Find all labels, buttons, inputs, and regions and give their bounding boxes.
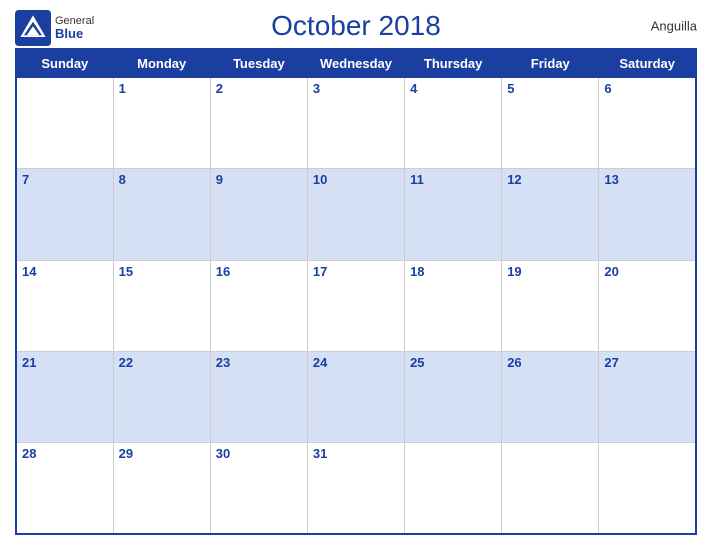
date-number: 23 <box>216 355 302 370</box>
week-row: 21 22 23 24 25 26 27 <box>16 351 696 442</box>
week-row: 123456 <box>16 78 696 169</box>
logo-blue: Blue <box>55 27 94 41</box>
calendar-cell: 22 <box>113 351 210 442</box>
date-number: 1 <box>119 81 205 96</box>
day-monday: Monday <box>113 49 210 78</box>
date-number: 21 <box>22 355 108 370</box>
calendar-cell <box>599 443 696 534</box>
date-number: 8 <box>119 172 205 187</box>
calendar-cell: 31 <box>307 443 404 534</box>
calendar-cell: 13 <box>599 169 696 260</box>
calendar-cell: 2 <box>210 78 307 169</box>
calendar-cell: 14 <box>16 260 113 351</box>
date-number: 3 <box>313 81 399 96</box>
date-number: 27 <box>604 355 690 370</box>
date-number: 6 <box>604 81 690 96</box>
week-row: 14 15 16 17 18 19 20 <box>16 260 696 351</box>
calendar-cell: 28 <box>16 443 113 534</box>
date-number: 2 <box>216 81 302 96</box>
calendar-cell: 21 <box>16 351 113 442</box>
date-number: 15 <box>119 264 205 279</box>
calendar-cell: 9 <box>210 169 307 260</box>
calendar-cell: 25 <box>405 351 502 442</box>
date-number: 13 <box>604 172 690 187</box>
calendar-cell: 30 <box>210 443 307 534</box>
calendar-cell: 5 <box>502 78 599 169</box>
calendar-cell <box>502 443 599 534</box>
date-number: 17 <box>313 264 399 279</box>
calendar-cell: 12 <box>502 169 599 260</box>
calendar-cell: 4 <box>405 78 502 169</box>
date-number: 10 <box>313 172 399 187</box>
date-number: 9 <box>216 172 302 187</box>
date-number: 5 <box>507 81 593 96</box>
calendar-header: General Blue October 2018 Anguilla <box>15 10 697 42</box>
calendar-cell: 15 <box>113 260 210 351</box>
date-number: 12 <box>507 172 593 187</box>
calendar-cell: 20 <box>599 260 696 351</box>
calendar-cell: 3 <box>307 78 404 169</box>
calendar-cell: 6 <box>599 78 696 169</box>
date-number: 30 <box>216 446 302 461</box>
day-sunday: Sunday <box>16 49 113 78</box>
day-tuesday: Tuesday <box>210 49 307 78</box>
calendar-cell: 17 <box>307 260 404 351</box>
logo-text: General Blue <box>55 15 94 41</box>
calendar-cell: 10 <box>307 169 404 260</box>
logo: General Blue <box>15 10 94 46</box>
day-wednesday: Wednesday <box>307 49 404 78</box>
calendar-cell: 24 <box>307 351 404 442</box>
day-thursday: Thursday <box>405 49 502 78</box>
date-number: 11 <box>410 172 496 187</box>
date-number: 14 <box>22 264 108 279</box>
calendar-wrapper: General Blue October 2018 Anguilla Sunda… <box>0 0 712 550</box>
calendar-cell <box>16 78 113 169</box>
calendar-cell <box>405 443 502 534</box>
calendar-table: Sunday Monday Tuesday Wednesday Thursday… <box>15 48 697 535</box>
date-number: 16 <box>216 264 302 279</box>
date-number: 18 <box>410 264 496 279</box>
calendar-cell: 18 <box>405 260 502 351</box>
day-saturday: Saturday <box>599 49 696 78</box>
calendar-cell: 8 <box>113 169 210 260</box>
week-row: 789 10 11 12 13 <box>16 169 696 260</box>
date-number: 22 <box>119 355 205 370</box>
date-number: 19 <box>507 264 593 279</box>
week-row: 28 29 30 31 <box>16 443 696 534</box>
date-number: 28 <box>22 446 108 461</box>
calendar-cell: 16 <box>210 260 307 351</box>
calendar-cell: 27 <box>599 351 696 442</box>
calendar-cell: 1 <box>113 78 210 169</box>
country-label: Anguilla <box>651 19 697 34</box>
logo-icon <box>15 10 51 46</box>
day-header-row: Sunday Monday Tuesday Wednesday Thursday… <box>16 49 696 78</box>
calendar-body: 1234567891011121314151617181920212223242… <box>16 78 696 535</box>
calendar-cell: 26 <box>502 351 599 442</box>
day-friday: Friday <box>502 49 599 78</box>
calendar-cell: 23 <box>210 351 307 442</box>
calendar-cell: 29 <box>113 443 210 534</box>
date-number: 24 <box>313 355 399 370</box>
date-number: 25 <box>410 355 496 370</box>
date-number: 31 <box>313 446 399 461</box>
calendar-cell: 7 <box>16 169 113 260</box>
date-number: 20 <box>604 264 690 279</box>
calendar-title: October 2018 <box>271 10 441 42</box>
date-number: 7 <box>22 172 108 187</box>
date-number: 4 <box>410 81 496 96</box>
calendar-cell: 19 <box>502 260 599 351</box>
calendar-cell: 11 <box>405 169 502 260</box>
date-number: 29 <box>119 446 205 461</box>
date-number: 26 <box>507 355 593 370</box>
